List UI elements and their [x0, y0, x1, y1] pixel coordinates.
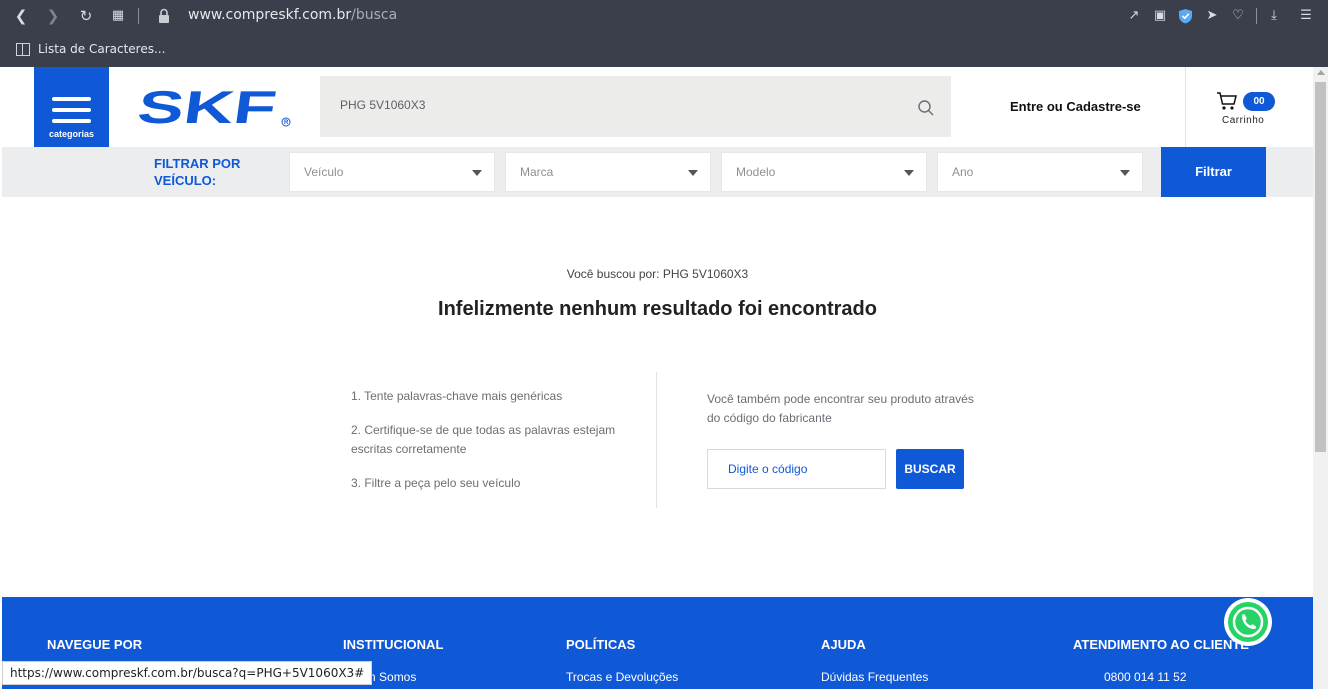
model-select[interactable]: Modelo — [721, 152, 927, 192]
url-host: www.compreskf.com.br — [188, 7, 352, 23]
search-input[interactable]: PHG 5V1060X3 — [320, 76, 951, 137]
select-value: Veículo — [304, 165, 344, 179]
filter-button[interactable]: Filtrar — [1161, 147, 1266, 197]
hamburger-icon-line — [52, 108, 91, 112]
logo-text: SKF — [139, 87, 280, 127]
scroll-up-arrow-icon[interactable] — [1317, 70, 1325, 75]
footer-column: INSTITUCIONAL Quem Somos — [343, 637, 444, 684]
chevron-down-icon — [688, 170, 698, 176]
download-icon[interactable]: ⤓ — [1265, 6, 1283, 26]
search-icon[interactable] — [917, 99, 935, 117]
footer-column: AJUDA Dúvidas Frequentes — [821, 637, 928, 684]
scrollbar-thumb[interactable] — [1315, 82, 1326, 452]
skf-logo[interactable]: SKF R — [139, 87, 294, 127]
footer-heading: INSTITUCIONAL — [343, 637, 444, 652]
bookmark-item[interactable]: Lista de Caracteres... — [16, 40, 165, 58]
send-icon[interactable]: ➤ — [1203, 6, 1221, 26]
bookmark-label: Lista de Caracteres... — [38, 42, 166, 56]
site-header: categorias SKF R PHG 5V1060X3 Entre ou C… — [2, 67, 1313, 162]
menu-icon[interactable]: ☰ — [1297, 6, 1315, 26]
manufacturer-code-input[interactable]: Digite o código — [707, 449, 886, 489]
hamburger-icon — [52, 97, 91, 101]
shield-icon[interactable] — [1178, 8, 1193, 24]
footer-link[interactable]: Trocas e Devoluções — [566, 670, 678, 684]
address-bar[interactable]: www.compreskf.com.br/busca — [188, 7, 397, 23]
brand-select[interactable]: Marca — [505, 152, 711, 192]
year-select[interactable]: Ano — [937, 152, 1143, 192]
searched-for-text: Você buscou por: PHG 5V1060X3 — [566, 267, 749, 281]
footer-link[interactable]: Dúvidas Frequentes — [821, 670, 928, 684]
chevron-down-icon — [1120, 170, 1130, 176]
camera-icon[interactable]: ▣ — [1151, 6, 1169, 26]
chevron-down-icon — [904, 170, 914, 176]
book-icon — [16, 42, 30, 56]
footer-phone[interactable]: 0800 014 11 52 — [1104, 670, 1187, 684]
tip-item: 1. Tente palavras-chave mais genéricas — [351, 389, 563, 403]
reload-icon[interactable]: ↻ — [76, 6, 96, 26]
buscar-button[interactable]: BUSCAR — [896, 449, 964, 489]
heart-icon[interactable]: ♡ — [1229, 6, 1247, 26]
bookmarks-bar: Lista de Caracteres... — [0, 33, 1328, 67]
vehicle-select[interactable]: Veículo — [289, 152, 495, 192]
select-value: Modelo — [736, 165, 776, 179]
tip-item: 2. Certifique-se de que todas as palavra… — [351, 423, 616, 456]
url-path: /busca — [351, 7, 398, 23]
forward-icon[interactable]: ❯ — [43, 6, 63, 26]
chevron-down-icon — [472, 170, 482, 176]
link-status-bar: https://www.compreskf.com.br/busca?q=PHG… — [2, 661, 373, 685]
hamburger-icon-line — [52, 119, 91, 123]
cart-count-badge: 00 — [1243, 92, 1275, 111]
select-value: Marca — [520, 165, 554, 179]
search-tips: 1. Tente palavras-chave mais genéricas 2… — [351, 387, 631, 508]
footer-heading: POLÍTICAS — [566, 637, 636, 652]
toolbar-divider — [138, 8, 139, 24]
browser-chrome: ❮ ❯ ↻ ▦ www.compreskf.com.br/busca ↗ ▣ ➤… — [0, 0, 1328, 67]
header-divider — [1185, 67, 1186, 147]
search-value: PHG 5V1060X3 — [340, 98, 426, 112]
results-divider — [656, 372, 657, 508]
manufacturer-code-text: Você também pode encontrar seu produto a… — [707, 392, 974, 425]
back-icon[interactable]: ❮ — [11, 6, 31, 26]
vehicle-filter-bar: FILTRAR POR VEÍCULO: Veículo Marca Model… — [2, 147, 1313, 197]
cart-label: Carrinho — [1222, 115, 1265, 126]
login-link[interactable]: Entre ou Cadastre-se — [1010, 99, 1141, 114]
footer-column: POLÍTICAS Trocas e Devoluções — [566, 637, 678, 684]
cart-icon — [1217, 92, 1237, 110]
footer-column: NAVEGUE POR — [47, 637, 142, 652]
page: categorias SKF R PHG 5V1060X3 Entre ou C… — [2, 67, 1313, 689]
tip-item: 3. Filtre a peça pelo seu veículo — [351, 476, 521, 490]
tabs-grid-icon[interactable]: ▦ — [108, 6, 128, 26]
cart-button[interactable]: 00 Carrinho — [1216, 89, 1278, 129]
share-icon[interactable]: ↗ — [1125, 6, 1143, 26]
toolbar-divider — [1256, 8, 1257, 24]
whatsapp-icon[interactable] — [1223, 597, 1273, 647]
svg-text:R: R — [284, 120, 289, 126]
filter-title: FILTRAR POR VEÍCULO: — [154, 156, 241, 188]
lock-icon[interactable] — [158, 8, 170, 24]
footer-heading: NAVEGUE POR — [47, 637, 143, 652]
categories-label: categorias — [48, 129, 95, 139]
select-value: Ano — [952, 165, 974, 179]
footer-heading: AJUDA — [821, 637, 866, 652]
no-results-heading: Infelizmente nenhum resultado foi encont… — [438, 298, 877, 320]
